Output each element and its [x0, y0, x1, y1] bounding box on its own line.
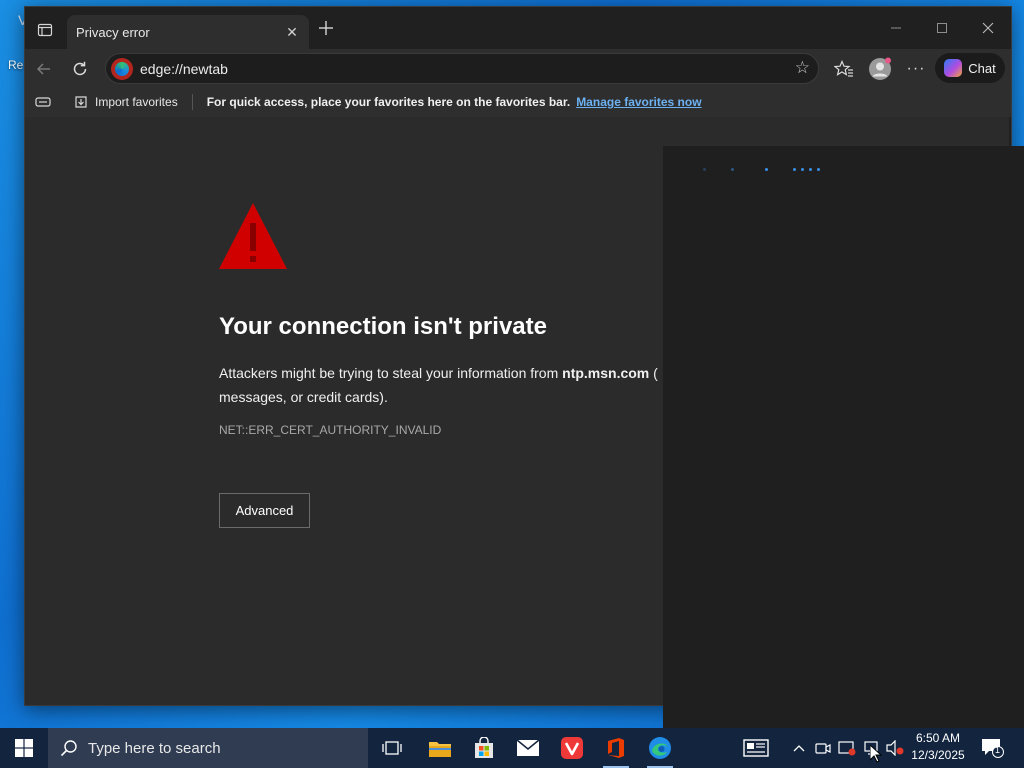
tab-privacy-error[interactable]: Privacy error ✕: [67, 15, 309, 49]
notification-count: 1: [995, 745, 1001, 755]
maximize-button[interactable]: [919, 15, 965, 41]
refresh-icon: [73, 61, 87, 76]
navigation-toolbar: edge://newtab ☆ ··· Chat: [25, 49, 1011, 87]
favorites-bar: Import favorites For quick access, place…: [25, 87, 1011, 117]
more-options-button[interactable]: ···: [901, 54, 931, 84]
favorites-star-list-icon: [834, 60, 853, 77]
profile-avatar-icon: [869, 57, 891, 80]
file-explorer-button[interactable]: [418, 728, 462, 768]
close-window-button[interactable]: [965, 15, 1011, 41]
news-widget-button[interactable]: [734, 728, 778, 768]
vivaldi-icon: [561, 737, 583, 759]
copilot-chat-button[interactable]: Chat: [935, 53, 1005, 83]
refresh-button[interactable]: [65, 54, 95, 84]
address-bar[interactable]: edge://newtab ☆: [105, 53, 819, 84]
mail-button[interactable]: [506, 728, 550, 768]
clock-date: 12/3/2025: [911, 748, 965, 762]
error-desc-suffix: (: [649, 365, 658, 381]
favbar-hint: For quick access, place your favorites h…: [206, 95, 571, 109]
import-favorites-label: Import favorites: [95, 95, 178, 109]
search-placeholder: Type here to search: [88, 739, 221, 757]
clock-time: 6:50 AM: [915, 731, 961, 745]
volume-muted-icon: [886, 740, 904, 756]
edge-taskbar-button[interactable]: [638, 728, 682, 768]
error-code: NET::ERR_CERT_AUTHORITY_INVALID: [219, 423, 442, 437]
vivaldi-button[interactable]: [550, 728, 594, 768]
tab-close-icon[interactable]: ✕: [283, 23, 301, 41]
import-icon: [75, 96, 87, 108]
edge-icon: [649, 737, 671, 759]
star-icon[interactable]: ☆: [795, 58, 810, 78]
warning-triangle-icon: [219, 203, 287, 274]
error-title: Your connection isn't private: [219, 313, 547, 340]
camera-icon: [815, 743, 831, 754]
news-icon: [743, 739, 769, 757]
security-alert-icon: [838, 741, 856, 756]
tab-strip: Privacy error ✕: [25, 7, 1011, 49]
mail-icon: [516, 739, 540, 756]
volume-tray-button[interactable]: [885, 738, 905, 758]
close-icon: [982, 22, 994, 34]
microsoft-store-button[interactable]: [462, 728, 506, 768]
collections-icon[interactable]: [35, 95, 51, 109]
error-description: Attackers might be trying to steal your …: [219, 361, 679, 409]
office-icon: [608, 738, 624, 758]
tab-actions-button[interactable]: [31, 16, 59, 44]
task-view-button[interactable]: [370, 728, 414, 768]
action-center-button[interactable]: 1: [980, 737, 1004, 759]
overlay-panel: [663, 146, 1024, 728]
error-desc-prefix: Attackers might be trying to steal your …: [219, 365, 563, 381]
show-hidden-icons-button[interactable]: [789, 738, 809, 758]
import-favorites-button[interactable]: Import favorites: [73, 95, 178, 109]
task-view-icon: [382, 741, 402, 755]
advanced-button[interactable]: Advanced: [219, 493, 310, 528]
minimize-icon: [891, 27, 901, 29]
office-button[interactable]: [594, 728, 638, 768]
tab-actions-icon: [37, 23, 53, 37]
store-bag-icon: [475, 737, 493, 758]
start-button[interactable]: [0, 728, 48, 768]
ellipsis-icon: ···: [906, 60, 926, 77]
error-desc-line2: messages, or credit cards).: [219, 389, 388, 405]
new-tab-button[interactable]: [315, 17, 337, 39]
windows-logo-icon: [15, 739, 33, 757]
notification-icon: [982, 739, 1004, 758]
favbar-divider: [191, 94, 193, 110]
meet-now-tray-button[interactable]: [813, 738, 833, 758]
tab-title: Privacy error: [76, 24, 150, 40]
copilot-icon: [944, 59, 963, 77]
folder-icon: [429, 742, 451, 757]
back-arrow-icon: [37, 63, 50, 75]
mouse-cursor-icon: [869, 743, 883, 768]
favorites-button[interactable]: [829, 54, 859, 84]
taskbar-search-box[interactable]: Type here to search: [48, 728, 368, 768]
search-icon: [60, 740, 77, 757]
security-tray-button[interactable]: [837, 738, 857, 758]
address-text[interactable]: edge://newtab: [140, 61, 228, 77]
minimize-button[interactable]: [873, 15, 919, 41]
plus-icon: [319, 21, 333, 35]
maximize-icon: [937, 23, 947, 33]
chevron-up-icon: [793, 745, 805, 752]
system-clock[interactable]: 6:50 AM 12/3/2025: [906, 730, 970, 764]
loading-dots-icon: [703, 158, 825, 176]
error-host: ntp.msn.com: [562, 365, 650, 381]
desktop-icon-label[interactable]: Re: [8, 58, 23, 72]
chat-label: Chat: [968, 60, 996, 76]
back-button[interactable]: [29, 54, 59, 84]
manage-favorites-link[interactable]: Manage favorites now: [576, 95, 701, 109]
profile-button[interactable]: [865, 54, 895, 84]
edge-logo-icon: [111, 58, 133, 80]
